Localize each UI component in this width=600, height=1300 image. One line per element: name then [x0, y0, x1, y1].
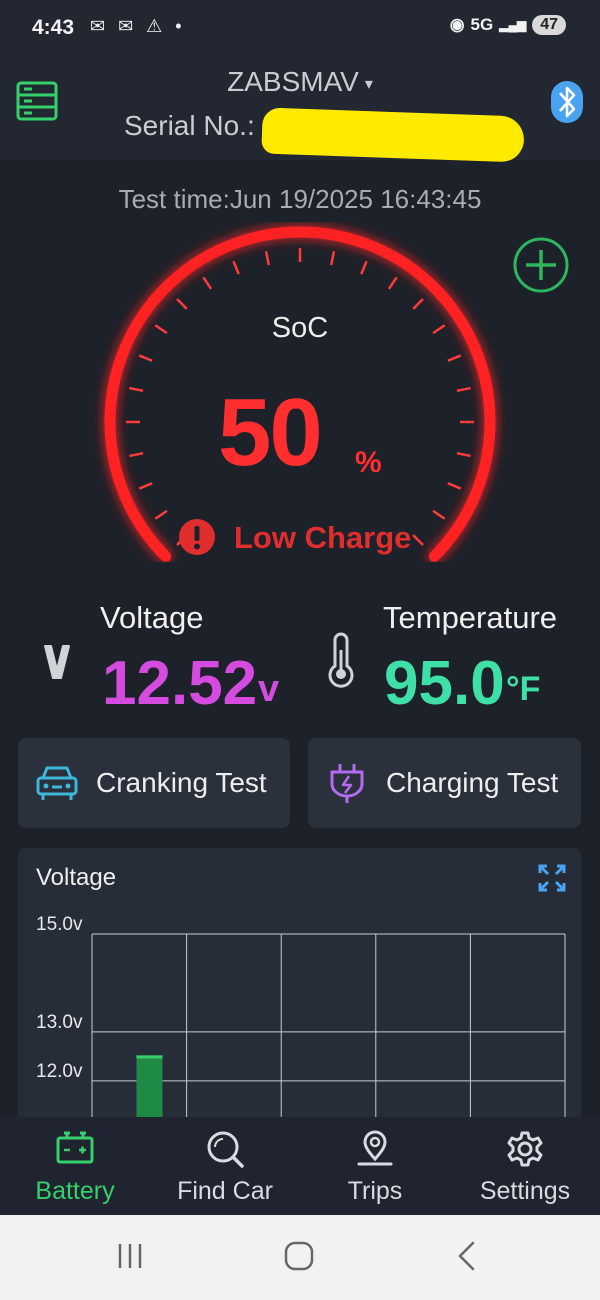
temperature-label: Temperature [383, 600, 558, 635]
device-selector[interactable]: ZABSMAV ▾ [0, 66, 600, 98]
nav-trips-label: Trips [347, 1177, 403, 1205]
bottom-nav: Battery Find Car Trips Settings [0, 1117, 600, 1215]
gauge-tick [264, 251, 271, 266]
gauge-tick [138, 354, 153, 362]
gauge-tick [360, 260, 368, 275]
gauge-tick [129, 451, 144, 458]
voltage-value: 12.52 [102, 649, 258, 718]
gauge-tick [387, 276, 398, 290]
battery-level: 47 [532, 15, 566, 35]
nav-settings[interactable]: Settings [450, 1117, 600, 1215]
soc-unit: % [355, 446, 382, 479]
status-time: 4:43 [32, 16, 75, 39]
gauge-tick [412, 534, 424, 546]
plug-icon [330, 764, 364, 803]
test-time: Test time:Jun 19/2025 16:43:45 [118, 184, 482, 214]
chart-title: Voltage [36, 864, 117, 891]
charge-status: Low Charge [234, 520, 412, 555]
expand-icon[interactable] [538, 864, 566, 892]
gauge-tick [129, 386, 144, 393]
device-name: ZABSMAV [227, 66, 359, 97]
gauge-tick [329, 251, 336, 266]
home-icon[interactable] [283, 1240, 315, 1272]
add-icon[interactable] [512, 236, 570, 294]
voltage-unit: v [258, 668, 280, 710]
search-icon [207, 1131, 244, 1168]
gear-icon [507, 1131, 543, 1167]
location-pin-icon [357, 1130, 393, 1166]
chevron-down-icon: ▾ [364, 75, 373, 93]
gauge-tick [456, 451, 471, 458]
charging-test-label: Charging Test [386, 767, 559, 798]
location-icon: ◉ [449, 15, 465, 34]
car-icon [36, 766, 78, 800]
back-icon[interactable] [455, 1240, 477, 1272]
soc-value: 50 [218, 379, 323, 486]
gauge-tick [432, 509, 446, 520]
status-right: ◉ 5G ▂▄▆ 47 [450, 15, 566, 35]
soc-label: SoC [271, 312, 329, 344]
gauge-tick [176, 298, 188, 310]
chart-bar-cap [136, 1055, 163, 1059]
nav-settings-label: Settings [479, 1177, 571, 1205]
nav-trips[interactable]: Trips [300, 1117, 450, 1215]
gauge-tick [154, 509, 168, 520]
voltage-icon [44, 645, 70, 679]
network-label: 5G [470, 15, 494, 34]
charging-test-button[interactable]: Charging Test [308, 738, 581, 828]
chart-y-tick-label: 12.0v [36, 1061, 83, 1082]
gauge-tick [456, 386, 471, 393]
gauge-tick [202, 276, 213, 290]
bluetooth-icon[interactable] [550, 80, 584, 124]
redaction-mark [261, 107, 525, 163]
thermometer-icon [328, 632, 354, 688]
voltage-label: Voltage [100, 600, 204, 635]
signal-icon: ▂▄▆ [499, 18, 527, 32]
chart-y-tick-label: 13.0v [36, 1012, 83, 1033]
gauge-tick [138, 482, 153, 490]
cranking-test-button[interactable]: Cranking Test [18, 738, 290, 828]
nav-battery[interactable]: Battery [0, 1117, 150, 1215]
temperature-unit: °F [506, 670, 541, 708]
gauge-tick [412, 298, 424, 310]
voltage-chart: 15.0v 13.0v 12.0v [36, 914, 566, 1120]
recents-icon[interactable] [116, 1242, 144, 1270]
temperature-value: 95.0 [384, 649, 505, 718]
nav-find-car[interactable]: Find Car [150, 1117, 300, 1215]
battery-icon [56, 1131, 94, 1164]
chart-y-tick-label: 15.0v [36, 914, 83, 935]
gauge-tick [447, 482, 462, 490]
gauge-tick [232, 260, 240, 275]
notification-icons: ✉ ✉ ⚠ • [90, 16, 186, 36]
serial-label: Serial No.: [124, 110, 255, 141]
nav-find-car-label: Find Car [177, 1177, 273, 1205]
alert-icon [179, 519, 215, 555]
cranking-test-label: Cranking Test [96, 767, 267, 798]
nav-battery-label: Battery [35, 1177, 115, 1205]
gauge-tick [447, 354, 462, 362]
chart-bar [136, 1055, 163, 1120]
